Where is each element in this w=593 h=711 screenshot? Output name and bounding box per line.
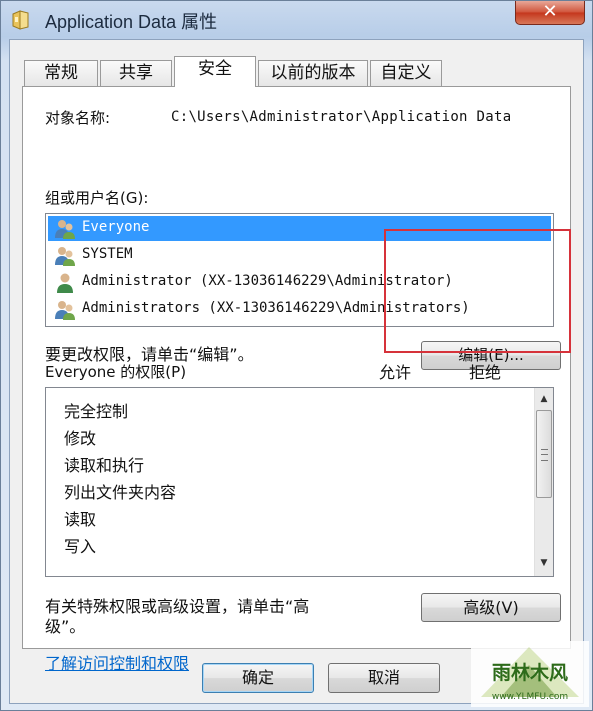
list-item-label: Administrators (XX-13036146229\Administr… (82, 300, 470, 316)
watermark-brand: 雨林木风 (492, 661, 568, 684)
permission-modify: 修改 (64, 429, 97, 448)
permissions-label: Everyone 的权限(P) (45, 363, 187, 381)
group-users-icon (54, 218, 76, 240)
dialog-client: 常规 共享 安全 以前的版本 自定义 对象名称: C:\Users\Admini… (9, 39, 584, 704)
advanced-button[interactable]: 高级(V) (421, 593, 561, 622)
properties-window: Application Data 属性 ✕ 常规 共享 安全 以前的版本 自定义… (0, 0, 593, 711)
list-item-administrators[interactable]: Administrators (XX-13036146229\Administr… (48, 297, 551, 322)
groups-label: 组或用户名(G): (45, 189, 149, 207)
scroll-up-arrow-icon[interactable]: ▲ (537, 392, 551, 406)
list-item-administrator[interactable]: Administrator (XX-13036146229\Administra… (48, 270, 551, 295)
advanced-hint-line2: 级”。 (45, 617, 86, 636)
scroll-thumb[interactable] (536, 410, 552, 498)
permission-read-execute: 读取和执行 (64, 456, 145, 475)
permission-full-control: 完全控制 (64, 402, 129, 421)
grip-icon (541, 449, 548, 461)
tab-customize[interactable]: 自定义 (370, 60, 442, 86)
tab-strip: 常规 共享 安全 以前的版本 自定义 (24, 56, 584, 87)
list-item-system[interactable]: SYSTEM (48, 243, 551, 268)
permissions-listbox[interactable]: 完全控制 修改 读取和执行 列出文件夹内容 读取 写入 ▲ ▼ (45, 387, 554, 577)
tab-previous-versions[interactable]: 以前的版本 (258, 60, 368, 86)
folder-icon (11, 9, 31, 31)
ok-button[interactable]: 确定 (202, 663, 314, 693)
title-bar[interactable]: Application Data 属性 ✕ (1, 1, 592, 39)
permission-write: 写入 (64, 537, 97, 556)
close-button[interactable]: ✕ (515, 1, 585, 25)
group-users-icon (54, 299, 76, 321)
watermark-url: www.YLMFU.com (492, 692, 568, 702)
allow-column-header: 允许 (379, 363, 412, 382)
groups-listbox[interactable]: Everyone SYSTEM Administrator (XX-130361… (45, 213, 554, 327)
tab-general[interactable]: 常规 (24, 60, 98, 86)
object-name-value: C:\Users\Administrator\Application Data (171, 109, 512, 125)
tab-sharing[interactable]: 共享 (100, 60, 172, 86)
security-panel: 对象名称: C:\Users\Administrator\Application… (22, 86, 571, 673)
learn-access-control-link[interactable]: 了解访问控制和权限 (45, 650, 189, 674)
cancel-button[interactable]: 取消 (328, 663, 440, 693)
list-item-label: Everyone (82, 219, 150, 235)
permission-list-folder: 列出文件夹内容 (64, 483, 177, 502)
user-icon (54, 272, 76, 294)
list-item-label: SYSTEM (82, 246, 133, 262)
list-item-everyone[interactable]: Everyone (48, 216, 551, 241)
permission-read: 读取 (64, 510, 97, 529)
window-title: Application Data 属性 (45, 12, 218, 32)
deny-column-header: 拒绝 (469, 363, 502, 382)
group-users-icon (54, 245, 76, 267)
tab-security[interactable]: 安全 (174, 56, 256, 87)
permissions-scrollbar[interactable]: ▲ ▼ (534, 388, 553, 576)
list-item-label: Administrator (XX-13036146229\Administra… (82, 273, 453, 289)
scroll-down-arrow-icon[interactable]: ▼ (537, 556, 551, 570)
watermark-logo: 雨林木风 www.YLMFU.com (471, 641, 589, 707)
object-name-label: 对象名称: (45, 109, 111, 127)
